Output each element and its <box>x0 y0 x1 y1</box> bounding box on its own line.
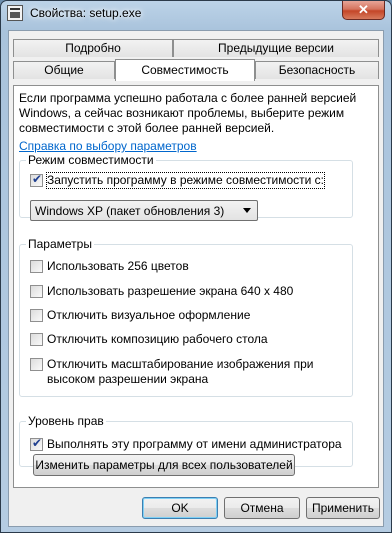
checkbox-640x480[interactable] <box>30 285 43 298</box>
help-link[interactable]: Справка по выбору параметров <box>19 139 197 153</box>
label-256-colors: Использовать 256 цветов <box>47 259 189 273</box>
checkbox-disable-visual-themes[interactable] <box>30 309 43 322</box>
compat-mode-legend: Режим совместимости <box>26 153 156 167</box>
close-button[interactable]: ✕ <box>342 1 385 20</box>
cancel-button[interactable]: Отмена <box>224 497 300 519</box>
compatibility-panel: Если программа успешно работала с более … <box>13 85 379 488</box>
privilege-legend: Уровень прав <box>26 414 106 428</box>
label-disable-dpi-scaling: Отключить масштабирование изображения пр… <box>47 357 313 387</box>
checkbox-disable-desktop-composition[interactable] <box>30 333 43 346</box>
intro-text: Если программа успешно работала с более … <box>19 91 357 135</box>
change-settings-all-users-button[interactable]: Изменить параметры для всех пользователе… <box>33 454 295 476</box>
tab-security[interactable]: Безопасность <box>255 61 379 79</box>
settings-legend: Параметры <box>26 237 94 251</box>
title-bar[interactable]: Свойства: setup.exe ✕ <box>1 1 391 27</box>
chevron-down-icon <box>243 208 251 213</box>
tab-row-back: Подробно Предыдущие версии <box>13 39 383 57</box>
properties-window: Свойства: setup.exe ✕ Подробно Предыдущи… <box>0 0 392 533</box>
label-disable-dpi-scaling-line2: высоком разрешении экрана <box>47 372 209 386</box>
os-version-select[interactable]: Windows XP (пакет обновления 3) <box>30 200 258 221</box>
tab-details[interactable]: Подробно <box>13 39 173 57</box>
tab-row-front: Общие Совместимость Безопасность <box>13 59 383 81</box>
window-title: Свойства: setup.exe <box>30 6 142 20</box>
compat-mode-label: Запустить программу в режиме совместимос… <box>46 172 325 189</box>
tab-general[interactable]: Общие <box>13 61 115 79</box>
tab-compatibility[interactable]: Совместимость <box>115 59 255 81</box>
label-disable-dpi-scaling-line1: Отключить масштабирование изображения пр… <box>47 357 314 371</box>
settings-group: Параметры Использовать 256 цветов Исполь… <box>19 237 353 397</box>
compat-mode-group: Режим совместимости Запустить программу … <box>19 153 353 221</box>
label-disable-desktop-composition: Отключить композицию рабочего стола <box>47 332 268 346</box>
label-run-as-admin: Выполнять эту программу от имени админис… <box>47 437 342 451</box>
os-version-value: Windows XP (пакет обновления 3) <box>35 204 225 218</box>
label-disable-visual-themes: Отключить визуальное оформление <box>47 308 251 322</box>
tab-previous-versions[interactable]: Предыдущие версии <box>173 39 379 57</box>
checkbox-disable-dpi-scaling[interactable] <box>30 358 43 371</box>
checkbox-256-colors[interactable] <box>30 260 43 273</box>
label-640x480: Использовать разрешение экрана 640 x 480 <box>47 284 294 298</box>
ok-button[interactable]: OK <box>142 497 218 519</box>
dialog-client-area: Подробно Предыдущие версии Общие Совмест… <box>8 30 384 527</box>
checkbox-run-as-admin[interactable] <box>30 436 43 451</box>
compat-mode-checkbox[interactable] <box>30 172 43 187</box>
apply-button[interactable]: Применить <box>306 497 380 519</box>
app-icon <box>7 5 23 21</box>
